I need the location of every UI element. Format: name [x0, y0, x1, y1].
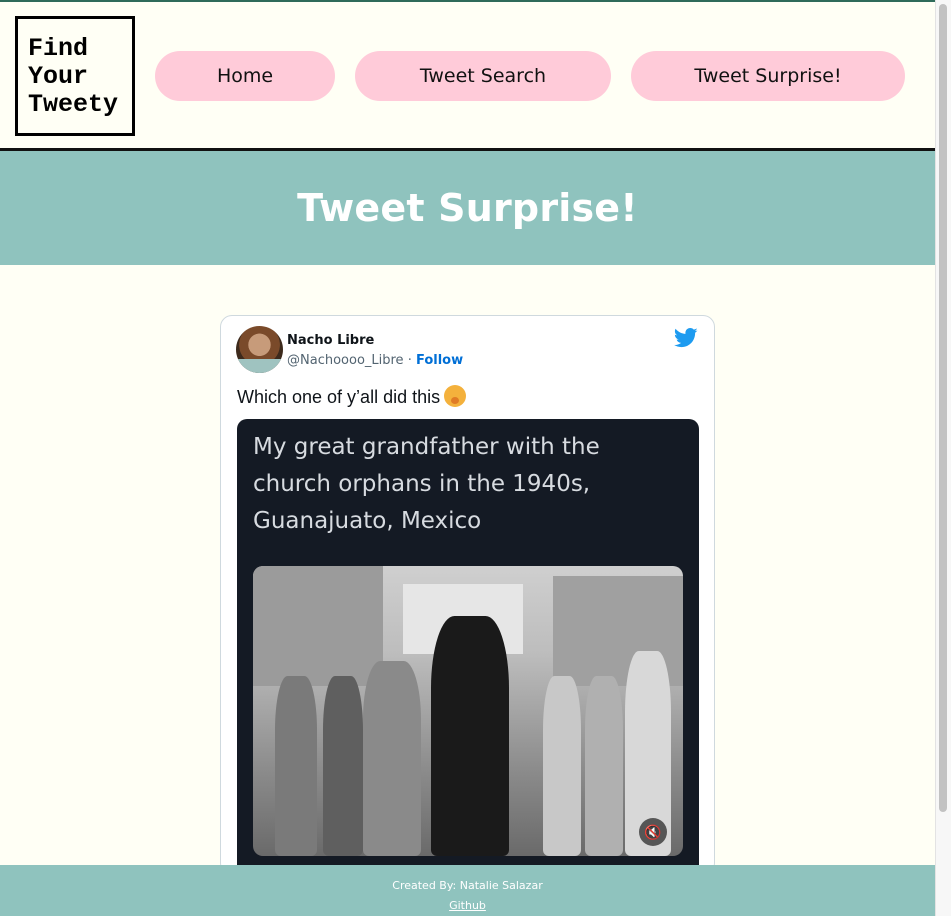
photo-figure-boy: [585, 676, 623, 856]
hero-banner: Tweet Surprise!: [0, 151, 935, 265]
tweet-author-name[interactable]: Nacho Libre: [287, 333, 374, 348]
tweet-author-meta: @Nachoooo_Libre · Follow: [287, 353, 463, 368]
photo-figure-boy: [543, 676, 581, 856]
tweet-author-handle[interactable]: @Nachoooo_Libre: [287, 353, 404, 368]
embedded-tweet-card[interactable]: Nacho Libre @Nachoooo_Libre · Follow Whi…: [220, 315, 715, 875]
site-header: Find Your Tweety Home Tweet Search Tweet…: [0, 2, 935, 148]
tweet-media[interactable]: My great grandfather with the church orp…: [237, 419, 699, 874]
nav-tweet-search-button[interactable]: Tweet Search: [355, 51, 611, 101]
site-footer: Created By: Natalie Salazar Github: [0, 865, 935, 916]
photo-building-left: [253, 566, 383, 686]
tweet-text: Which one of y’all did this: [237, 385, 467, 408]
tweet-body: Which one of y’all did this: [237, 387, 441, 407]
author-avatar[interactable]: [236, 326, 283, 373]
photo-figure-boy: [363, 661, 421, 856]
logo-line-2: Your: [28, 62, 89, 91]
photo-figure-boy: [323, 676, 363, 856]
follow-link[interactable]: Follow: [416, 353, 463, 368]
photo-figure-priest: [431, 616, 509, 856]
scrollbar-thumb[interactable]: [939, 4, 947, 812]
logo-line-1: Find: [28, 34, 89, 63]
github-link[interactable]: Github: [0, 899, 935, 912]
nav-tweet-surprise-button[interactable]: Tweet Surprise!: [631, 51, 905, 101]
twitter-bird-icon[interactable]: [674, 328, 698, 348]
page-title: Tweet Surprise!: [297, 186, 638, 230]
nav-home-button[interactable]: Home: [155, 51, 335, 101]
group-photo[interactable]: 🔇: [253, 566, 683, 856]
meta-separator: ·: [407, 353, 412, 368]
mute-icon[interactable]: 🔇: [639, 818, 667, 846]
photo-figure-boy: [275, 676, 317, 856]
vertical-scrollbar[interactable]: [935, 0, 951, 916]
hand-over-mouth-emoji-icon: [444, 385, 467, 407]
footer-credit: Created By: Natalie Salazar: [392, 879, 543, 892]
media-caption: My great grandfather with the church orp…: [253, 434, 600, 534]
site-logo[interactable]: Find Your Tweety: [15, 16, 135, 136]
logo-line-3: Tweety: [28, 90, 119, 119]
